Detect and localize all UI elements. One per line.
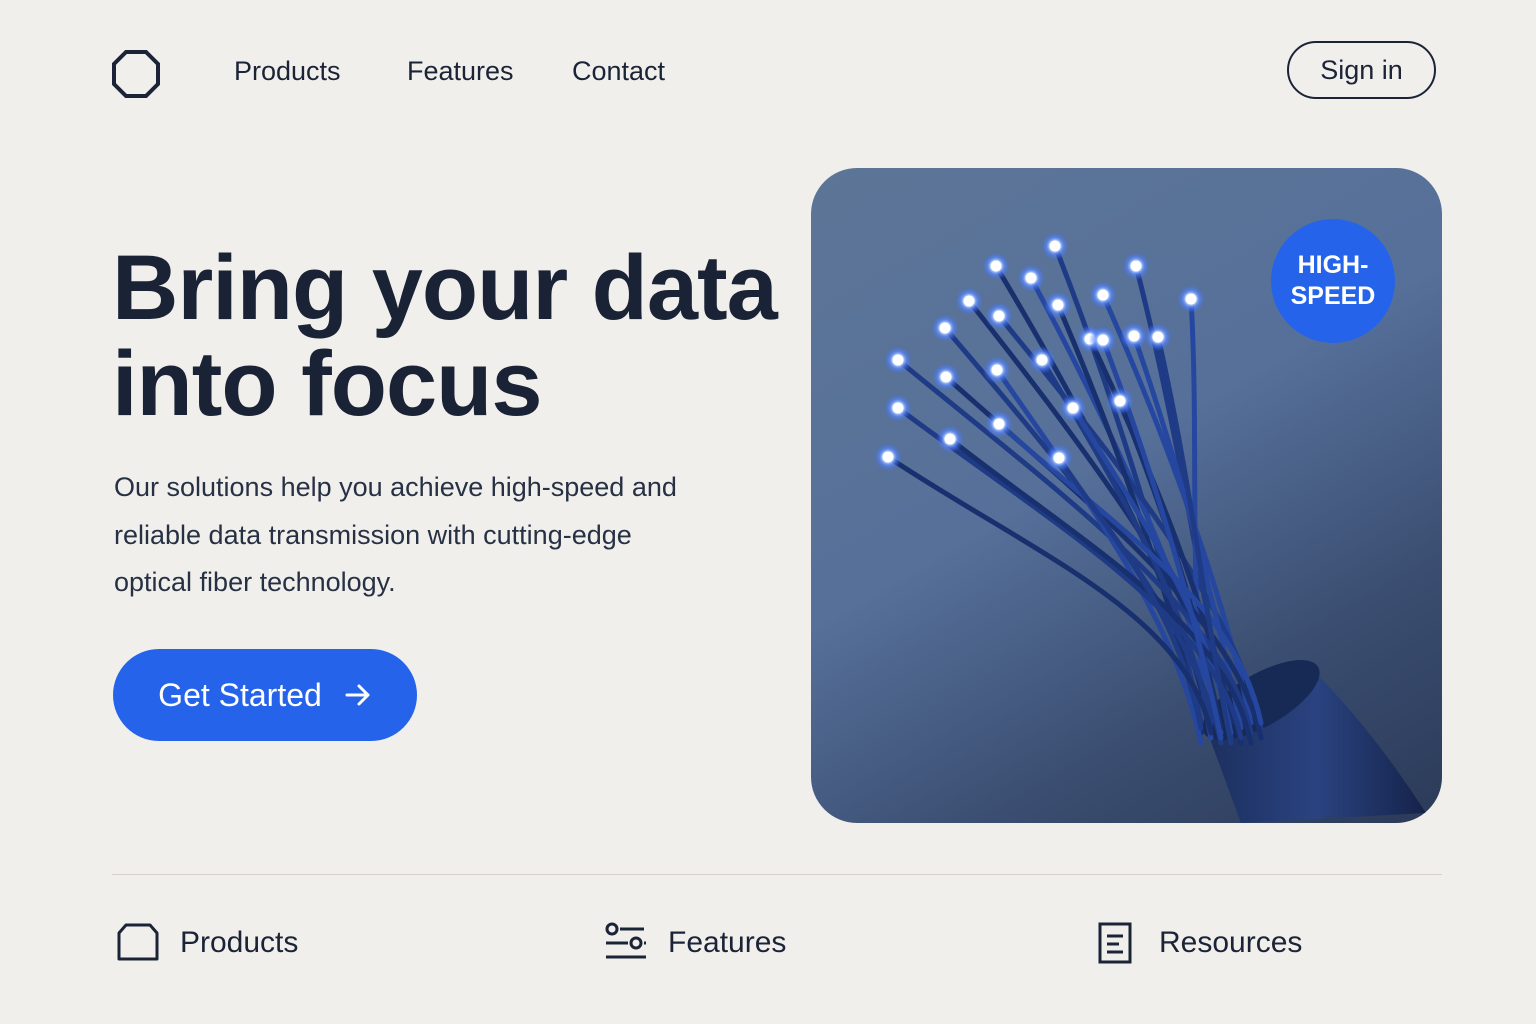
section-divider: [112, 874, 1442, 875]
fiber-tip: [1097, 334, 1109, 346]
get-started-label: Get Started: [158, 676, 322, 713]
arrow-right-icon: [345, 684, 370, 706]
high-speed-badge: HIGH- SPEED: [1271, 219, 1395, 343]
fiber-strand: [942, 325, 1224, 746]
feature-features-label: Features: [668, 926, 787, 959]
fiber-tip: [1114, 395, 1126, 407]
fiber-tip: [892, 354, 904, 366]
fiber-tip: [1036, 354, 1048, 366]
feature-resources-label: Resources: [1159, 926, 1303, 959]
fiber-tip: [990, 260, 1002, 272]
nav-link-features[interactable]: Features: [407, 56, 514, 87]
nav-link-products[interactable]: Products: [234, 56, 341, 87]
badge-line-1: HIGH-: [1297, 251, 1369, 279]
sliders-icon: [605, 922, 646, 959]
fiber-tip: [944, 433, 956, 445]
fiber-tip: [1053, 452, 1065, 464]
fiber-tip: [963, 295, 975, 307]
fiber-tip: [940, 371, 952, 383]
fiber-tip: [993, 310, 1005, 322]
fiber-tip: [892, 402, 904, 414]
top-navigation: Products Features Contact Sign in: [0, 0, 1536, 150]
headline-line-2: into focus: [112, 333, 543, 435]
headline-line-1: Bring your data: [112, 237, 778, 339]
hero-headline: Bring your data into focus: [112, 240, 792, 432]
feature-products-label: Products: [180, 926, 299, 959]
fiber-tip: [993, 418, 1005, 430]
feature-features[interactable]: Features: [602, 918, 786, 968]
document-icon: [1098, 922, 1132, 964]
badge-line-2: SPEED: [1290, 282, 1376, 310]
feature-resources[interactable]: Resources: [1093, 918, 1302, 968]
fiber-tip: [1049, 240, 1061, 252]
fiber-tip: [1128, 330, 1140, 342]
fiber-tip: [991, 364, 1003, 376]
fiber-tip: [1067, 402, 1079, 414]
fiber-tip: [1097, 289, 1109, 301]
fiber-tip: [1130, 260, 1142, 272]
octagon-logo-icon[interactable]: [110, 48, 162, 100]
feature-products[interactable]: Products: [114, 918, 298, 968]
fiber-tip: [882, 451, 894, 463]
fiber-tip: [1025, 272, 1037, 284]
get-started-button[interactable]: Get Started: [113, 649, 417, 741]
box-icon: [117, 923, 159, 961]
fiber-tip: [1052, 299, 1064, 311]
hero-subtext: Our solutions help you achieve high-spee…: [114, 472, 677, 597]
fiber-tip: [939, 322, 951, 334]
fiber-tip: [1185, 293, 1197, 305]
fiber-tip: [1152, 331, 1164, 343]
nav-link-contact[interactable]: Contact: [572, 56, 665, 87]
sign-in-button[interactable]: Sign in: [1287, 41, 1436, 99]
